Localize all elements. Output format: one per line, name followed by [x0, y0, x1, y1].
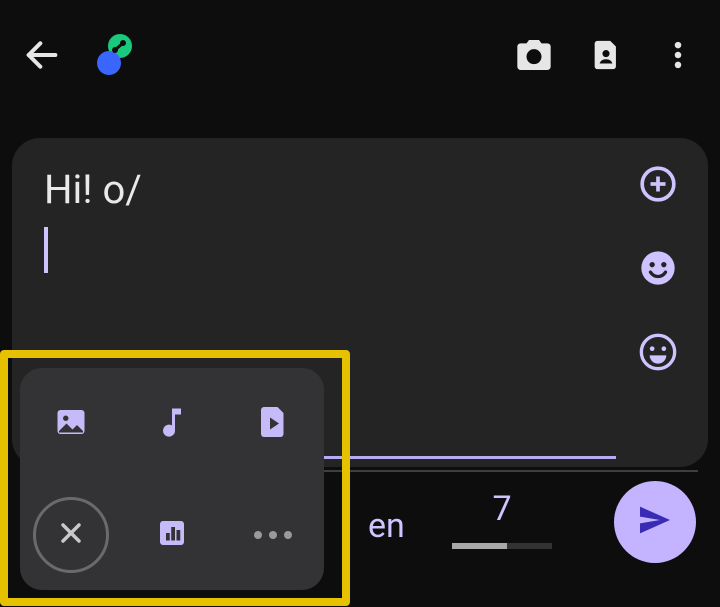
character-count-bar	[452, 543, 552, 549]
contact-card-icon[interactable]	[582, 31, 630, 79]
attach-video-button[interactable]	[243, 394, 303, 454]
more-attachments-button[interactable]	[243, 505, 303, 565]
video-file-icon	[255, 404, 291, 444]
back-icon[interactable]	[18, 31, 66, 79]
compose-text[interactable]: Hi! o/	[44, 166, 676, 213]
text-caret	[44, 227, 48, 273]
music-note-icon	[154, 404, 190, 444]
emoji-grin-icon[interactable]	[636, 330, 680, 374]
close-icon	[55, 517, 87, 553]
more-horizontal-icon	[254, 531, 292, 539]
attachment-popup	[20, 368, 324, 590]
character-count-value: 7	[452, 489, 552, 529]
emoji-smile-icon[interactable]	[636, 246, 680, 290]
camera-icon[interactable]	[510, 31, 558, 79]
send-icon	[635, 500, 675, 544]
poll-icon	[154, 515, 190, 555]
add-circle-icon[interactable]	[636, 162, 680, 206]
send-button[interactable]	[614, 481, 696, 563]
attach-audio-button[interactable]	[142, 394, 202, 454]
app-logo-icon	[90, 31, 138, 79]
attach-poll-button[interactable]	[142, 505, 202, 565]
character-count: 7	[452, 489, 552, 549]
close-popup-button[interactable]	[33, 497, 109, 573]
attach-image-button[interactable]	[41, 394, 101, 454]
language-selector[interactable]: en	[368, 506, 405, 546]
overflow-menu-icon[interactable]	[654, 31, 702, 79]
image-icon	[53, 404, 89, 444]
